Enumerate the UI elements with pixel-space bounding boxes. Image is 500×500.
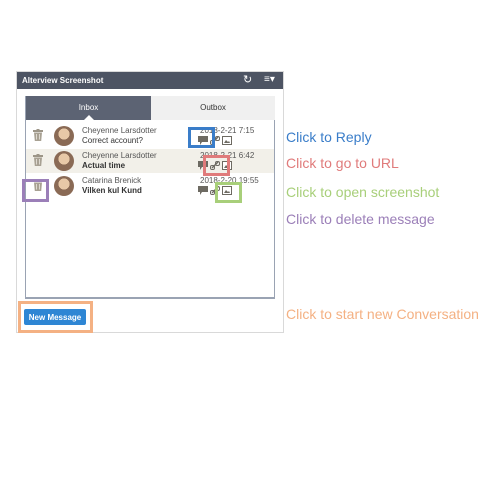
annotation-new-conversation: Click to start new Conversation: [286, 306, 479, 322]
message-row[interactable]: Cheyenne Larsdotter Correct account? 201…: [26, 124, 274, 148]
avatar: [54, 151, 74, 171]
avatar: [54, 176, 74, 196]
sender-name: Catarina Brenick: [82, 176, 142, 185]
sender-name: Cheyenne Larsdotter: [82, 126, 157, 135]
trash-icon[interactable]: [33, 129, 43, 141]
tab-inbox[interactable]: Inbox: [26, 96, 151, 120]
refresh-icon[interactable]: ↻: [243, 74, 252, 86]
annotation-url: Click to go to URL: [286, 155, 399, 171]
widget-title: Alterview Screenshot: [22, 76, 104, 85]
url-highlight: [203, 155, 230, 176]
message-subject: Correct account?: [82, 136, 143, 145]
screenshot-widget: Alterview Screenshot ↻ ≡▾ Inbox Outbox C…: [16, 71, 284, 333]
panel-divider: [25, 298, 275, 299]
screenshot-highlight: [215, 182, 242, 203]
trash-icon[interactable]: [33, 154, 43, 166]
reply-highlight: [188, 127, 215, 148]
screenshot-icon[interactable]: [222, 136, 232, 145]
annotation-screenshot: Click to open screenshot: [286, 184, 440, 200]
sender-name: Cheyenne Larsdotter: [82, 151, 157, 160]
message-subject: Vilken kul Kund: [82, 186, 142, 195]
reply-icon[interactable]: [198, 186, 208, 195]
avatar: [54, 126, 74, 146]
new-message-highlight: [18, 301, 93, 333]
widget-titlebar: Alterview Screenshot ↻ ≡▾: [17, 72, 283, 89]
annotation-reply: Click to Reply: [286, 129, 372, 145]
delete-highlight: [22, 179, 49, 202]
annotation-delete: Click to delete message: [286, 211, 435, 227]
tab-outbox[interactable]: Outbox: [151, 96, 275, 120]
menu-icon[interactable]: ≡▾: [264, 74, 275, 86]
message-subject: Actual time: [82, 161, 126, 170]
message-row[interactable]: Cheyenne Larsdotter Actual time 2018-2-2…: [26, 149, 274, 173]
